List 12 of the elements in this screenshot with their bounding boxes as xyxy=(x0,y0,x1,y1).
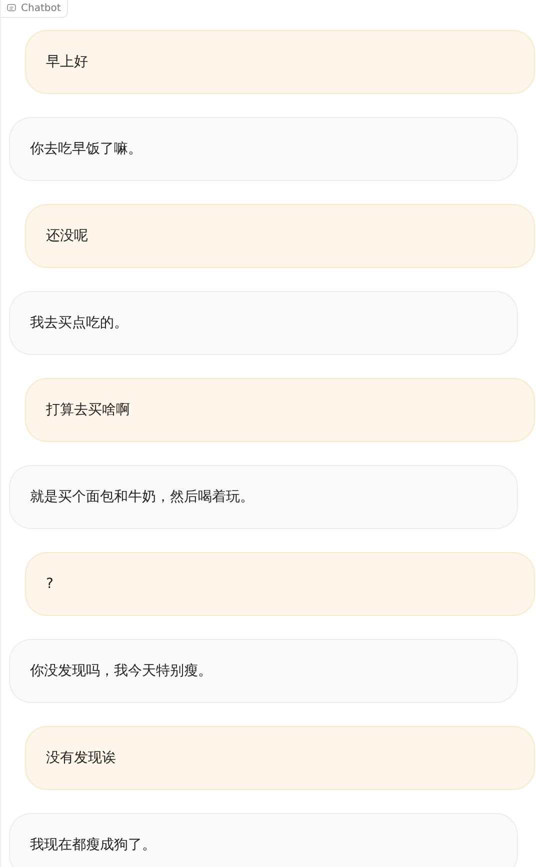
bot-message: 你没发现吗，我今天特别瘦。 xyxy=(9,639,518,703)
bot-message: 我现在都瘦成狗了。 xyxy=(9,813,518,867)
user-message: ? xyxy=(25,552,535,616)
user-message: 打算去买啥啊 xyxy=(25,378,535,442)
bot-message: 你去吃早饭了嘛。 xyxy=(9,117,518,181)
bot-message: 就是买个面包和牛奶，然后喝着玩。 xyxy=(9,465,518,529)
chatbot-title: Chatbot xyxy=(21,3,61,14)
user-message: 没有发现诶 xyxy=(25,726,535,790)
chat-icon xyxy=(7,4,16,13)
user-message: 早上好 xyxy=(25,30,535,94)
user-message: 还没呢 xyxy=(25,204,535,268)
bot-message: 我去买点吃的。 xyxy=(9,291,518,355)
